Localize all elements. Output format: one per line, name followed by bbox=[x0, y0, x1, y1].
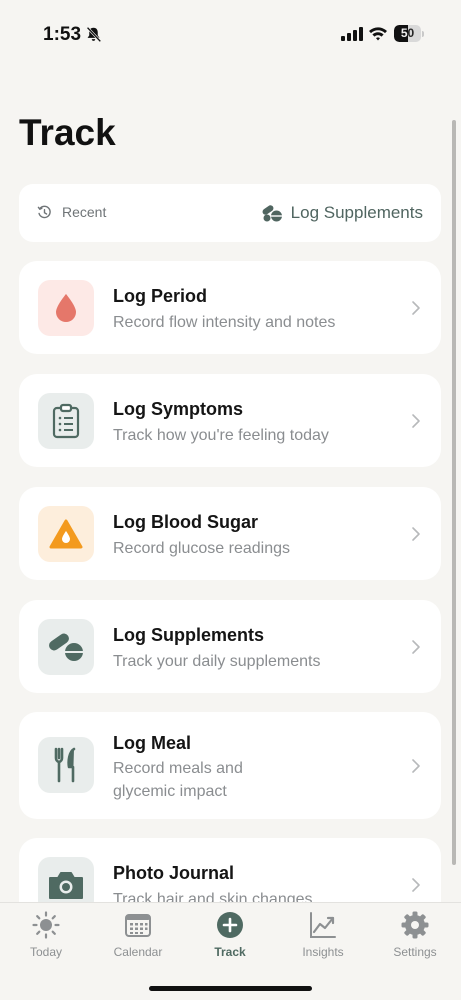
quick-log-supplements-button[interactable]: Log Supplements bbox=[261, 201, 423, 225]
gear-icon bbox=[401, 911, 429, 939]
chart-line-icon bbox=[310, 912, 336, 938]
card-subtitle: Record meals and glycemic impact bbox=[113, 760, 243, 800]
pills-icon bbox=[49, 633, 83, 661]
plus-circle-icon bbox=[217, 912, 243, 938]
tab-label: Settings bbox=[393, 945, 437, 959]
card-title: Log Symptoms bbox=[113, 399, 244, 419]
calendar-icon bbox=[125, 914, 151, 937]
tab-today[interactable]: Today bbox=[0, 903, 92, 973]
tab-insights[interactable]: Insights bbox=[277, 903, 369, 973]
card-log-supplements[interactable]: Log Supplements Track your daily supplem… bbox=[19, 600, 441, 693]
wifi-icon bbox=[369, 27, 387, 41]
card-title: Log Period bbox=[113, 286, 207, 306]
tab-label: Calendar bbox=[113, 945, 163, 959]
tab-label: Track bbox=[214, 945, 246, 959]
card-subtitle: Record glucose readings bbox=[113, 540, 290, 557]
clipboard-icon bbox=[52, 403, 80, 439]
card-log-meal[interactable]: Log Meal Record meals and glycemic impac… bbox=[19, 712, 441, 819]
card-log-symptoms[interactable]: Log Symptoms Track how you're feeling to… bbox=[19, 374, 441, 467]
page-title: Track bbox=[19, 112, 116, 153]
chevron-right-icon bbox=[412, 414, 420, 428]
card-subtitle: Track how you're feeling today bbox=[113, 427, 329, 444]
card-title: Photo Journal bbox=[113, 863, 234, 883]
card-title: Log Supplements bbox=[113, 625, 265, 645]
tab-settings[interactable]: Settings bbox=[369, 903, 461, 973]
card-icon-tile bbox=[38, 393, 94, 449]
card-subtitle: Track your daily supplements bbox=[113, 653, 321, 670]
recent-bar: Recent Log Supplements bbox=[19, 184, 441, 242]
pills-icon bbox=[262, 205, 282, 222]
card-title: Log Meal bbox=[113, 733, 192, 753]
card-icon-tile bbox=[38, 280, 94, 336]
battery-indicator: 50 bbox=[394, 25, 421, 42]
bell-slash-icon bbox=[86, 26, 102, 43]
status-time: 1:53 bbox=[43, 24, 82, 45]
camera-icon bbox=[49, 872, 83, 899]
card-icon-tile bbox=[38, 619, 94, 675]
scrollbar[interactable] bbox=[452, 120, 456, 865]
card-log-blood-sugar[interactable]: Log Blood Sugar Record glucose readings bbox=[19, 487, 441, 580]
card-log-period[interactable]: Log Period Record flow intensity and not… bbox=[19, 261, 441, 354]
fork-knife-icon bbox=[54, 747, 76, 783]
drop-icon bbox=[56, 294, 76, 322]
card-title: Log Blood Sugar bbox=[113, 512, 258, 532]
battery-level: 50 bbox=[400, 26, 415, 40]
home-indicator bbox=[149, 986, 312, 991]
warning-drop-icon bbox=[49, 519, 83, 549]
cellular-signal-icon bbox=[341, 27, 363, 41]
tab-calendar[interactable]: Calendar bbox=[92, 903, 184, 973]
track-screen: 1:53 50 Track Recent Log Supplements Log… bbox=[0, 0, 461, 1000]
tab-label: Today bbox=[29, 945, 63, 959]
status-bar: 1:53 50 bbox=[0, 0, 461, 70]
battery-tip bbox=[422, 31, 424, 37]
chevron-right-icon bbox=[412, 878, 420, 892]
tab-label: Insights bbox=[302, 945, 344, 959]
chevron-right-icon bbox=[412, 759, 420, 773]
history-clock-icon[interactable] bbox=[37, 205, 52, 220]
card-icon-tile bbox=[38, 737, 94, 793]
tab-track[interactable]: Track bbox=[184, 903, 276, 973]
card-icon-tile bbox=[38, 506, 94, 562]
card-subtitle: Record flow intensity and notes bbox=[113, 314, 336, 331]
chevron-right-icon bbox=[412, 640, 420, 654]
sun-icon bbox=[32, 911, 60, 939]
quick-log-label: Log Supplements bbox=[290, 203, 423, 222]
chevron-right-icon bbox=[412, 527, 420, 541]
chevron-right-icon bbox=[412, 301, 420, 315]
recent-label[interactable]: Recent bbox=[62, 204, 106, 220]
